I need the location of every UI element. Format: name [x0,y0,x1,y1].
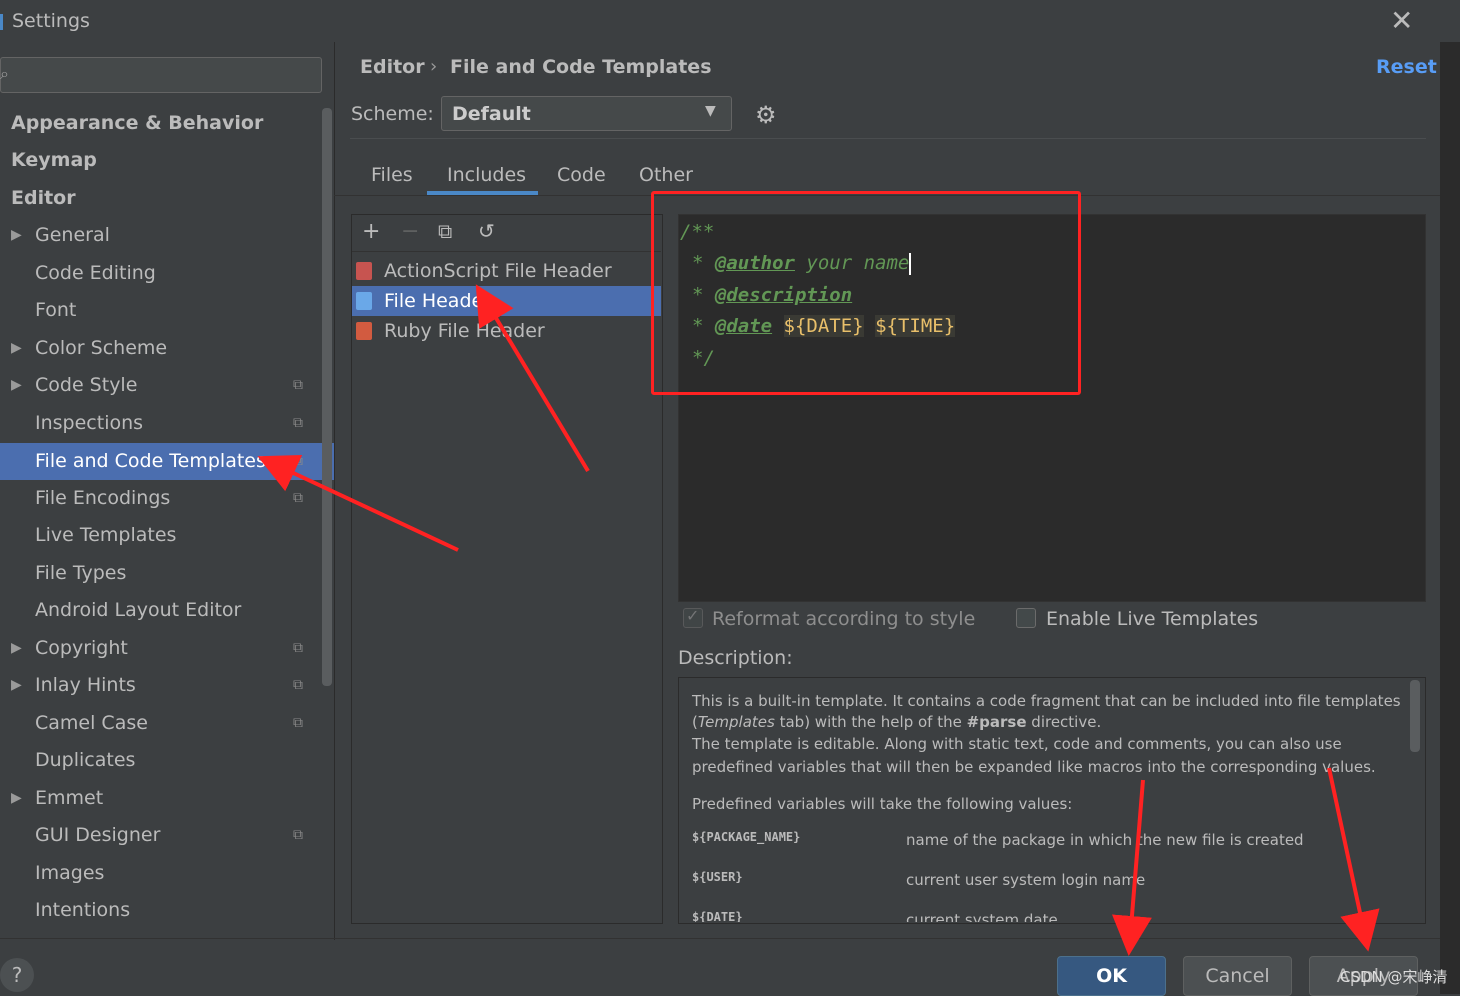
list-item-actionscript-file-header[interactable]: ActionScript File Header [352,256,661,286]
window-title: Settings [12,10,90,32]
watermark: CSDN @宋峥清 [1340,968,1448,986]
footer-divider [0,938,1440,939]
header-divider [350,138,1426,139]
project-scope-icon: ⧉ [293,490,303,506]
title-bar [0,0,1440,42]
ruby-file-icon [356,322,372,340]
project-scope-icon: ⧉ [293,377,303,393]
sidebar-item-android-layout-editor[interactable]: Android Layout Editor [0,592,320,629]
sidebar-item-images[interactable]: Images [0,855,320,892]
variable-value: current user system login name [906,871,1146,889]
description-scrollbar[interactable] [1410,680,1420,752]
project-scope-icon: ⧉ [293,415,303,431]
sidebar-item-code-editing[interactable]: Code Editing [0,255,320,292]
app-icon [0,14,3,30]
variable-name: ${PACKAGE_NAME} [692,830,801,844]
description-line-4: predefined variables that will then be e… [692,758,1376,776]
expand-arrow-icon[interactable]: ▶ [11,780,22,817]
sidebar-item-live-templates[interactable]: Live Templates [0,517,320,554]
enable-live-templates-checkbox[interactable] [1016,608,1036,628]
background-window-strip-top [1440,0,1460,42]
tab-other[interactable]: Other [639,164,693,186]
scheme-label: Scheme: [351,103,434,125]
description-line-3: The template is editable. Along with sta… [692,735,1342,753]
background-window-strip [1440,0,1460,994]
sidebar-item-file-types[interactable]: File Types [0,555,320,592]
description-label: Description: [678,647,793,669]
variable-name: ${DATE} [692,910,743,922]
search-icon: ⌕ [0,64,9,83]
tab-files[interactable]: Files [371,164,413,186]
list-toolbar-divider [352,251,661,252]
sidebar-item-appearance-behavior[interactable]: Appearance & Behavior [11,105,331,142]
tab-includes[interactable]: Includes [447,164,526,186]
expand-arrow-icon[interactable]: ▶ [11,667,22,704]
sidebar-item-duplicates[interactable]: Duplicates [0,742,320,779]
breadcrumb-separator: › [430,56,438,77]
breadcrumb-parent[interactable]: Editor [360,56,425,78]
project-scope-icon: ⧉ [293,640,303,656]
sidebar-item-emmet[interactable]: ▶ Emmet [0,780,320,817]
sidebar-item-color-scheme[interactable]: ▶ Color Scheme [0,330,320,367]
reformat-checkbox[interactable]: ✓ [683,606,703,628]
sidebar-item-font[interactable]: Font [0,292,320,329]
chevron-down-icon: ▼ [705,103,716,119]
list-item-ruby-file-header[interactable]: Ruby File Header [352,316,661,346]
scheme-dropdown-value: Default [452,103,531,125]
expand-arrow-icon[interactable]: ▶ [11,367,22,404]
sidebar-item-file-encodings[interactable]: File Encodings ⧉ [0,480,320,517]
variable-name: ${USER} [692,870,743,884]
cancel-button[interactable]: Cancel [1183,956,1292,996]
annotation-highlight-box [651,191,1081,395]
reset-to-default-icon[interactable]: ↺ [478,219,495,243]
reset-link[interactable]: Reset [1376,56,1437,78]
add-icon[interactable]: + [362,219,380,244]
settings-search-input[interactable] [0,57,322,93]
sidebar-item-copyright[interactable]: ▶ Copyright ⧉ [0,630,320,667]
variable-value: current system date [906,911,1058,922]
help-button[interactable]: ? [0,958,34,992]
expand-arrow-icon[interactable]: ▶ [11,630,22,667]
variable-value: name of the package in which the new fil… [906,831,1304,849]
ok-button[interactable]: OK [1057,956,1166,996]
project-scope-icon: ⧉ [293,827,303,843]
list-item-file-header[interactable]: File Header [352,286,661,316]
description-line-5: Predefined variables will take the follo… [692,795,1073,813]
sidebar-item-keymap[interactable]: Keymap [11,142,331,179]
sidebar-item-inlay-hints[interactable]: ▶ Inlay Hints ⧉ [0,667,320,704]
page-title: File and Code Templates [450,56,712,78]
remove-icon[interactable]: − [401,219,419,244]
sidebar-item-editor[interactable]: Editor [11,180,331,217]
description-line-2: (Templates tab) with the help of the #pa… [692,713,1102,731]
sidebar-scrollbar[interactable] [322,108,332,686]
sidebar-item-code-style[interactable]: ▶ Code Style ⧉ [0,367,320,404]
description-line-1: This is a built-in template. It contains… [692,692,1401,710]
enable-live-templates-label: Enable Live Templates [1046,608,1259,630]
reformat-label: Reformat according to style [712,608,976,630]
sidebar-item-inspections[interactable]: Inspections ⧉ [0,405,320,442]
sidebar-item-camel-case[interactable]: Camel Case ⧉ [0,705,320,742]
sidebar-item-file-and-code-templates[interactable]: File and Code Templates ⧉ [0,443,334,480]
project-scope-icon: ⧉ [293,677,303,693]
actionscript-file-icon [356,262,372,280]
gear-icon[interactable]: ⚙ [755,101,777,129]
checkmark-icon: ✓ [686,606,700,625]
close-icon[interactable]: ✕ [1390,4,1413,37]
project-scope-icon: ⧉ [293,453,303,469]
expand-arrow-icon[interactable]: ▶ [11,330,22,367]
sidebar-item-general[interactable]: ▶ General [0,217,320,254]
project-scope-icon: ⧉ [293,715,303,731]
copy-icon[interactable]: ⧉ [438,219,452,243]
sidebar-item-gui-designer[interactable]: GUI Designer ⧉ [0,817,320,854]
java-file-icon [356,292,372,310]
expand-arrow-icon[interactable]: ▶ [11,217,22,254]
tab-code[interactable]: Code [557,164,606,186]
sidebar-item-intentions[interactable]: Intentions [0,892,320,929]
